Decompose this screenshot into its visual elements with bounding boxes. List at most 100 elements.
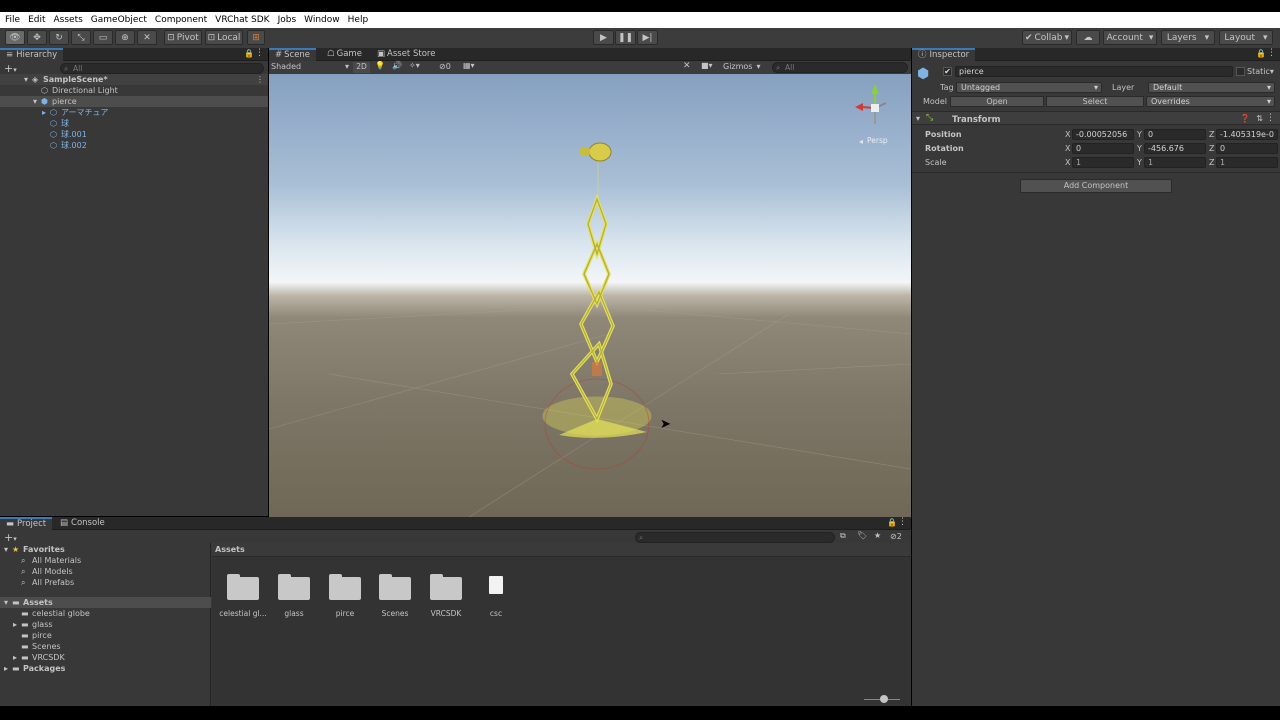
lock-icon[interactable]: 🔒 — [1256, 49, 1266, 58]
hierarchy-item-sphere-002[interactable]: ⬡ 球.002 — [0, 140, 268, 151]
layers-dropdown[interactable]: Layers ▾ — [1161, 30, 1215, 45]
rotation-y-field[interactable]: -456.676 — [1144, 143, 1206, 154]
slider-handle[interactable] — [880, 695, 888, 703]
position-y-field[interactable]: 0 — [1144, 129, 1206, 140]
audio-toggle-icon[interactable]: 🔊 — [392, 61, 402, 70]
tree-folder-glass[interactable]: ▸ ▬ glass — [0, 619, 211, 630]
select-button[interactable]: Select — [1046, 96, 1144, 107]
menu-jobs[interactable]: Jobs — [278, 15, 297, 25]
hierarchy-item-sphere-001[interactable]: ⬡ 球.001 — [0, 129, 268, 140]
pivot-toggle[interactable]: ⊡ Pivot — [164, 30, 202, 45]
filter-type-icon[interactable]: ⧉ — [840, 531, 846, 541]
help-icon[interactable]: ❓ — [1240, 114, 1250, 123]
hierarchy-item-directional-light[interactable]: ⬡ Directional Light — [0, 85, 268, 96]
hierarchy-item-sphere[interactable]: ⬡ 球 — [0, 118, 268, 129]
local-toggle[interactable]: ⊡ Local — [205, 30, 243, 45]
scale-y-field[interactable]: 1 — [1144, 157, 1206, 168]
favorites-all-prefabs[interactable]: ⌕ All Prefabs — [0, 577, 211, 588]
grid-dropdown-icon[interactable]: ▦▾ — [463, 61, 475, 70]
rotation-x-field[interactable]: 0 — [1072, 143, 1134, 154]
transform-tool-button[interactable]: ⊕ — [115, 30, 135, 45]
more-icon[interactable]: ⋮ — [1267, 48, 1276, 58]
transform-header[interactable]: ▾ ⤡ Transform ❓ ⇅ ⋮ — [912, 111, 1280, 125]
layer-dropdown[interactable]: Default — [1148, 82, 1275, 93]
asset-folder-vrcsdk[interactable] — [430, 574, 462, 600]
light-toggle-icon[interactable]: 💡 — [375, 61, 385, 70]
gizmos-dropdown[interactable]: Gizmos ▾ — [723, 62, 767, 71]
position-x-field[interactable]: -0.00052056 — [1072, 129, 1134, 140]
hierarchy-item-scene[interactable]: ▾ ◈ SampleScene* ⋮ — [0, 74, 268, 85]
tab-game[interactable]: ☖ Game — [321, 48, 368, 61]
rotation-z-field[interactable]: 0 — [1216, 143, 1278, 154]
menu-file[interactable]: File — [5, 15, 20, 25]
move-tool-button[interactable]: ✥ — [27, 30, 47, 45]
persp-label-text[interactable]: Persp — [867, 136, 888, 145]
file-icon[interactable] — [489, 576, 503, 594]
scale-label[interactable]: Scale — [925, 158, 947, 167]
play-button[interactable]: ▶ — [593, 30, 614, 45]
tab-scene[interactable]: # Scene — [269, 48, 317, 61]
favorites-item[interactable]: ▾ ★ Favorites — [0, 544, 211, 555]
scene-viewport[interactable]: ◂ Persp ➤ — [269, 74, 911, 517]
position-z-field[interactable]: -1.405319e-0 — [1216, 129, 1278, 140]
overrides-dropdown[interactable]: Overrides — [1146, 96, 1275, 107]
account-dropdown[interactable]: Account ▾ — [1103, 30, 1157, 45]
asset-folder-scenes[interactable] — [379, 574, 411, 600]
filter-label-icon[interactable]: 🏷 — [857, 531, 867, 540]
open-button[interactable]: Open — [950, 96, 1044, 107]
favorites-all-models[interactable]: ⌕ All Models — [0, 566, 211, 577]
collab-dropdown[interactable]: ✔ Collab ▾ — [1022, 30, 1072, 45]
tab-asset-store[interactable]: ▣ Asset Store — [371, 48, 441, 61]
layout-dropdown[interactable]: Layout ▾ — [1219, 30, 1273, 45]
rect-tool-button[interactable]: ▭ — [93, 30, 113, 45]
more-icon[interactable]: ⋮ — [256, 74, 264, 85]
add-component-button[interactable]: Add Component — [1020, 179, 1172, 193]
lock-icon[interactable]: 🔒 — [887, 518, 897, 527]
assets-folder-item[interactable]: ▾ ▬ Assets — [0, 597, 211, 608]
hidden-objects-toggle[interactable]: ⊘0 — [439, 62, 451, 71]
tab-hierarchy[interactable]: ≡ Hierarchy — [0, 48, 64, 61]
menu-gameobject[interactable]: GameObject — [91, 15, 147, 25]
hierarchy-item-pierce[interactable]: ▾ ⬢ pierce — [0, 96, 268, 107]
rotate-tool-button[interactable]: ↻ — [49, 30, 69, 45]
favorites-all-materials[interactable]: ⌕ All Materials — [0, 555, 211, 566]
menu-assets[interactable]: Assets — [54, 15, 83, 25]
scene-search-input[interactable]: ⌕ All — [772, 62, 908, 73]
lock-icon[interactable]: 🔒 — [244, 49, 254, 58]
tab-project[interactable]: ▬ Project — [0, 517, 53, 530]
object-name-field[interactable]: pierce — [955, 66, 1233, 77]
menu-vrchat-sdk[interactable]: VRChat SDK — [215, 15, 269, 25]
tree-folder-scenes[interactable]: ▬ Scenes — [0, 641, 211, 652]
position-label[interactable]: Position — [925, 130, 962, 139]
view-tool-button[interactable]: 👁 — [5, 30, 25, 45]
effects-dropdown-icon[interactable]: ✧▾ — [409, 61, 420, 70]
shading-mode-dropdown[interactable]: Shaded ▾ — [271, 62, 349, 73]
tree-folder-vrcsdk[interactable]: ▸ ▬ VRCSDK — [0, 652, 211, 663]
custom-tool-button[interactable]: ✕ — [137, 30, 157, 45]
more-icon[interactable]: ⋮ — [1266, 113, 1275, 123]
scale-x-field[interactable]: 1 — [1072, 157, 1134, 168]
tab-inspector[interactable]: ⓘ Inspector — [912, 48, 976, 61]
pause-button[interactable]: ❚❚ — [615, 30, 636, 45]
step-button[interactable]: ▶| — [637, 30, 658, 45]
menu-edit[interactable]: Edit — [28, 15, 45, 25]
hidden-packages-toggle[interactable]: ⊘2 — [890, 532, 902, 541]
menu-component[interactable]: Component — [155, 15, 207, 25]
scale-tool-button[interactable]: ⤡ — [71, 30, 91, 45]
more-icon[interactable]: ⋮ — [255, 48, 264, 58]
preset-icon[interactable]: ⇅ — [1256, 114, 1263, 123]
asset-folder-pirce[interactable] — [329, 574, 361, 600]
tools-icon[interactable]: ✕ — [683, 61, 691, 71]
more-icon[interactable]: ⋮ — [898, 517, 907, 527]
grid-snap-button[interactable]: ⊞ — [247, 30, 265, 45]
cloud-button[interactable]: ☁ — [1076, 30, 1100, 45]
favorite-star-icon[interactable]: ★ — [874, 531, 881, 540]
scale-z-field[interactable]: 1 — [1216, 157, 1278, 168]
hierarchy-item-armature[interactable]: ▸ ⬡ アーマチュア — [0, 107, 268, 118]
project-search-input[interactable]: ⌕ — [635, 532, 835, 543]
menu-window[interactable]: Window — [304, 15, 340, 25]
asset-folder-celestial-globe[interactable] — [227, 574, 259, 600]
tab-console[interactable]: ▤ Console — [54, 517, 111, 530]
menu-help[interactable]: Help — [348, 15, 369, 25]
asset-folder-glass[interactable] — [278, 574, 310, 600]
